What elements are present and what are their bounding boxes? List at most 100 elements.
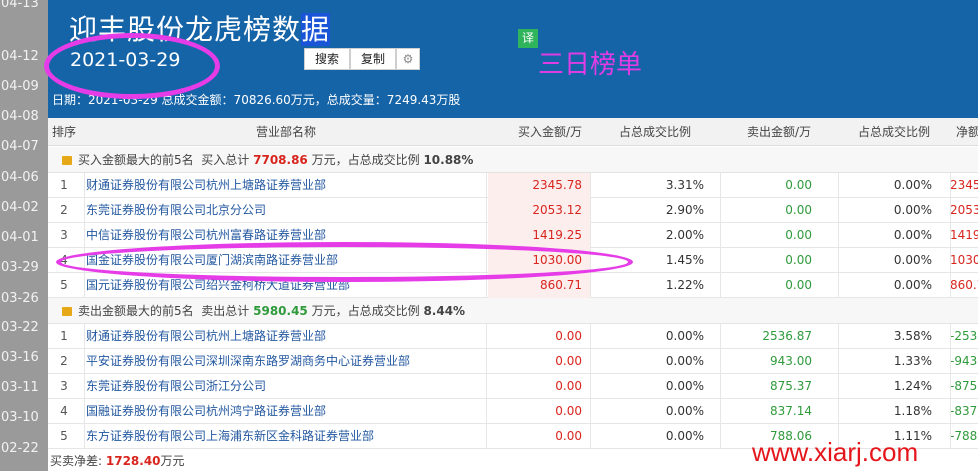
table-row: 2 东莞证券股份有限公司北京分公司 2053.12 2.90% 0.00 0.00% 205… <box>48 198 978 223</box>
cell-divider <box>84 349 85 374</box>
translate-button[interactable]: 译 <box>518 29 538 48</box>
buy-ratio: 0.00% <box>665 429 704 443</box>
cell-divider <box>84 173 85 198</box>
gear-icon: ⚙ <box>402 52 414 66</box>
settings-button[interactable]: ⚙ <box>396 48 420 70</box>
buy-ratio: 1.22% <box>665 278 704 292</box>
cell-divider <box>838 273 839 298</box>
copy-button[interactable]: 复制 <box>350 48 396 70</box>
buy-amount: 2345.78 <box>488 173 590 198</box>
annotation-circle-row <box>56 242 633 282</box>
branch-link[interactable]: 平安证券股份有限公司深圳深南东路罗湖商务中心证券营业部 <box>86 349 486 374</box>
date-item[interactable]: 04-09 <box>0 77 48 97</box>
cell-divider <box>486 399 487 424</box>
net-amount: -2536.87 <box>950 329 978 343</box>
cell-divider <box>838 374 839 399</box>
search-button[interactable]: 搜索 <box>304 48 350 70</box>
date-item[interactable]: 03-10 <box>0 408 48 428</box>
cell-divider <box>720 248 721 273</box>
table-row: 3 东莞证券股份有限公司浙江分公司 0.00 0.00% 875.37 1.24% -875… <box>48 374 978 399</box>
sell-ratio: 0.00% <box>893 203 932 217</box>
sell-group-header: 卖出金额最大的前5名 卖出总计 5980.45 万元，占总成交比例 8.44% <box>48 298 978 324</box>
date-item[interactable]: 03-11 <box>0 378 48 398</box>
cell-divider <box>950 273 951 298</box>
col-net: 净额/万 <box>956 125 978 139</box>
buy-ratio: 3.31% <box>665 178 704 192</box>
date-item[interactable]: 04-07 <box>0 137 48 157</box>
buy-amount: 0.00 <box>555 429 582 443</box>
rank-cell: 5 <box>60 429 68 443</box>
watermark: www.xiarj.com <box>752 437 919 467</box>
col-rank: 排序 <box>51 125 76 139</box>
rank-cell: 2 <box>60 354 68 368</box>
date-item[interactable]: 03-29 <box>0 258 48 278</box>
date-item[interactable]: 04-01 <box>0 228 48 248</box>
buy-amount: 0.00 <box>555 329 582 343</box>
cell-divider <box>838 399 839 424</box>
col-sell-pct: 占总成交比例 <box>857 125 930 139</box>
cell-divider <box>84 198 85 223</box>
cell-divider <box>84 424 85 449</box>
buy-amount: 2053.12 <box>488 198 590 223</box>
cell-divider <box>720 424 721 449</box>
cell-divider <box>838 223 839 248</box>
cell-divider <box>950 374 951 399</box>
branch-link[interactable]: 东莞证券股份有限公司北京分公司 <box>86 198 486 223</box>
date-item[interactable]: 03-22 <box>0 318 48 338</box>
date-item[interactable]: 04-02 <box>0 198 48 218</box>
cell-divider <box>838 324 839 349</box>
cell-divider <box>486 424 487 449</box>
branch-link[interactable]: 东方证券股份有限公司上海浦东新区金科路证券营业部 <box>86 424 486 449</box>
col-sell: 卖出金额/万 <box>746 125 812 139</box>
cell-divider <box>590 399 591 424</box>
buy-amount: 0.00 <box>555 404 582 418</box>
cell-divider <box>486 198 487 223</box>
cell-divider <box>720 399 721 424</box>
cell-divider <box>838 198 839 223</box>
cell-divider <box>838 173 839 198</box>
sell-ratio: 3.58% <box>893 329 932 343</box>
sell-amount: 943.00 <box>770 354 812 368</box>
cell-divider <box>720 223 721 248</box>
branch-link[interactable]: 财通证券股份有限公司杭州上塘路证券营业部 <box>86 324 486 349</box>
branch-link[interactable]: 国融证券股份有限公司杭州鸿宁路证券营业部 <box>86 399 486 424</box>
buy-ratio: 0.00% <box>665 404 704 418</box>
date-item[interactable]: 04-08 <box>0 107 48 127</box>
branch-link[interactable]: 财通证券股份有限公司杭州上塘路证券营业部 <box>86 173 486 198</box>
sell-amount: 0.00 <box>785 203 812 217</box>
sell-ratio: 0.00% <box>893 253 932 267</box>
buy-amount: 1419.25 <box>488 223 590 248</box>
date-item[interactable]: 03-26 <box>0 289 48 309</box>
folder-icon <box>62 156 72 165</box>
cell-divider <box>486 324 487 349</box>
net-amount: -943.00 <box>950 354 978 368</box>
date-item[interactable]: 02-22 <box>0 439 48 459</box>
cell-divider <box>720 198 721 223</box>
sell-ratio: 1.33% <box>893 354 932 368</box>
buy-ratio: 0.00% <box>665 354 704 368</box>
cell-divider <box>486 374 487 399</box>
cell-divider <box>84 399 85 424</box>
cell-divider <box>950 198 951 223</box>
cell-divider <box>838 248 839 273</box>
date-item[interactable]: 04-12 <box>0 47 48 67</box>
annotation-label: 三日榜单 <box>538 50 643 80</box>
cell-divider <box>84 273 85 298</box>
table-row: 4 国融证券股份有限公司杭州鸿宁路证券营业部 0.00 0.00% 837.14 1.18… <box>48 399 978 424</box>
col-buy: 买入金额/万 <box>517 125 582 139</box>
buy-amount: 0.00 <box>555 379 582 393</box>
cell-divider <box>590 273 591 298</box>
table-row: 2 平安证券股份有限公司深圳深南东路罗湖商务中心证券营业部 0.00 0.00% 943… <box>48 349 978 374</box>
cell-divider <box>590 173 591 198</box>
page-title-selected: 据 <box>301 13 331 46</box>
date-item[interactable]: 04-06 <box>0 168 48 188</box>
branch-link[interactable]: 东莞证券股份有限公司浙江分公司 <box>86 374 486 399</box>
rank-cell: 3 <box>60 379 68 393</box>
date-item[interactable]: 04-13 <box>0 0 48 14</box>
cell-divider <box>590 424 591 449</box>
sell-amount: 0.00 <box>785 278 812 292</box>
cell-divider <box>590 223 591 248</box>
net-amount: -837.14 <box>950 404 978 418</box>
date-item[interactable]: 03-16 <box>0 348 48 368</box>
sell-ratio: 0.00% <box>893 278 932 292</box>
